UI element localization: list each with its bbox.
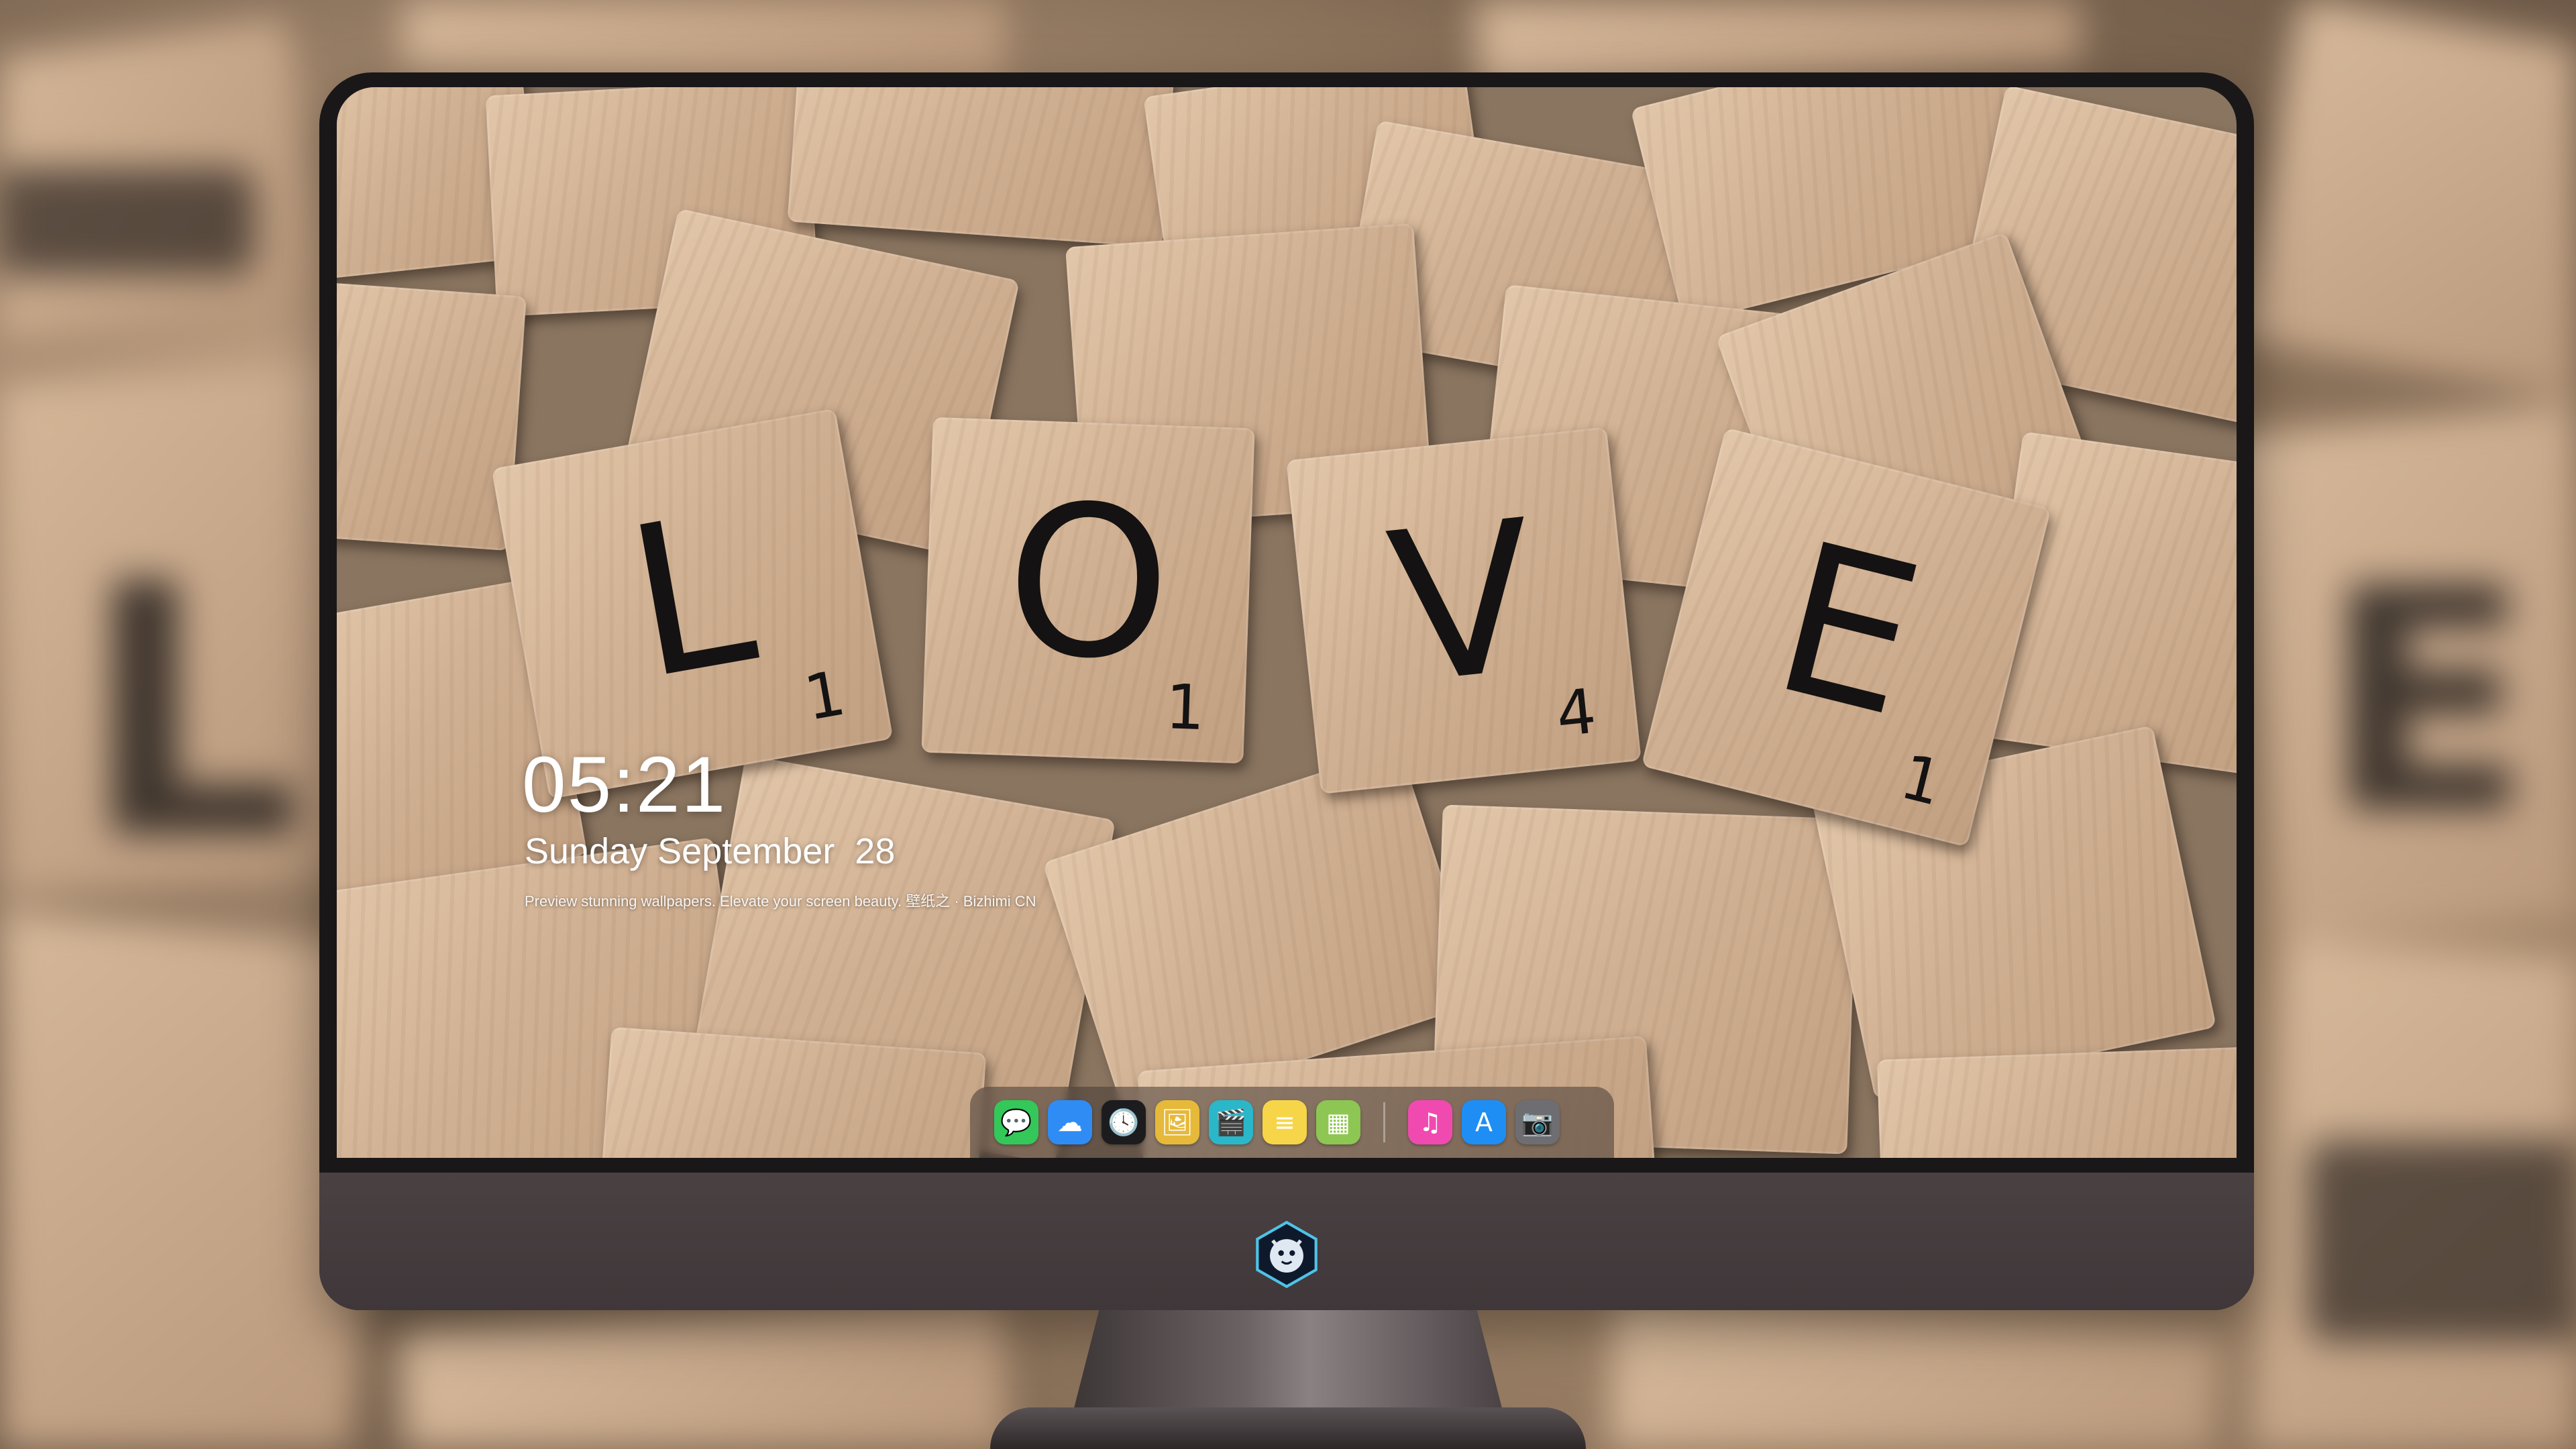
imac-monitor: L 1 O 1 V 4 E 1 05:21 Sunday September 2… (319, 72, 2254, 1310)
preview-icon[interactable]: 🖼 (1155, 1100, 1199, 1144)
monitor-stand-neck (1073, 1310, 1503, 1411)
photo-booth-icon[interactable]: ▦ (1316, 1100, 1360, 1144)
brand-logo-icon (1256, 1220, 1318, 1289)
tile-value: 1 (1164, 671, 1206, 745)
music-icon[interactable]: ♫ (1408, 1100, 1452, 1144)
lockscreen-date: Sunday September 28 (525, 831, 896, 871)
camera-icon[interactable]: 📷 (1515, 1100, 1560, 1144)
weather-icon[interactable]: ☁ (1048, 1100, 1092, 1144)
desktop-screen: L 1 O 1 V 4 E 1 05:21 Sunday September 2… (337, 87, 2237, 1158)
letter-tile-v: V 4 (1286, 427, 1642, 794)
dock-separator (1383, 1102, 1385, 1142)
tile-letter: V (1379, 475, 1547, 732)
clock-icon[interactable]: 🕓 (1102, 1100, 1146, 1144)
tile-letter: O (1002, 459, 1175, 708)
clapper-icon[interactable]: 🎬 (1209, 1100, 1253, 1144)
lockscreen-tagline: Preview stunning wallpapers. Elevate you… (525, 893, 1036, 910)
notes-icon[interactable]: ≡ (1263, 1100, 1307, 1144)
letter-tile-o: O 1 (921, 417, 1255, 764)
app-store-icon[interactable]: A (1462, 1100, 1506, 1144)
lockscreen-clock: 05:21 (522, 741, 727, 829)
dock: 💬 ☁ 🕓 🖼 🎬 ≡ ▦ ♫ A 📷 (970, 1087, 1614, 1158)
monitor-stand-base (990, 1407, 1586, 1449)
tile-value: 4 (1552, 675, 1600, 751)
messages-icon[interactable]: 💬 (994, 1100, 1038, 1144)
